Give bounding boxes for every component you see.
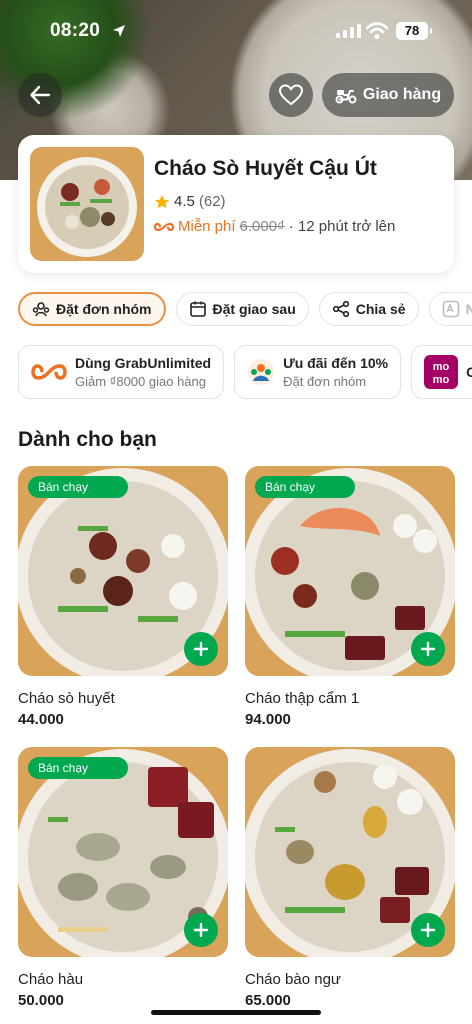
home-indicator[interactable] (151, 1010, 321, 1015)
offer-group-discount[interactable]: Ưu đãi đến 10% Đặt đơn nhóm (234, 345, 402, 399)
status-bar: 08:20 78 (0, 18, 472, 46)
schedule-order-label: Đặt giao sau (212, 301, 296, 317)
dish-name: Cháo sò huyết (18, 690, 115, 707)
add-to-cart-button[interactable] (411, 632, 445, 666)
add-to-cart-button[interactable] (411, 913, 445, 947)
restaurant-rating[interactable]: 4.5 (62) (154, 193, 226, 210)
translate-label: N (465, 301, 472, 317)
bestseller-badge: Bán chạy (28, 757, 129, 779)
rating-value: 4.5 (174, 193, 195, 210)
translate-icon (442, 300, 459, 318)
momo-icon: mo mo (424, 355, 459, 389)
cellular-signal-icon (336, 24, 361, 38)
dish-photo[interactable]: Bán chạy (245, 466, 455, 676)
share-icon (332, 300, 349, 318)
group-order-chip[interactable]: Đặt đơn nhóm (18, 292, 166, 326)
share-chip[interactable]: Chia sẻ (318, 292, 419, 326)
dish-card[interactable]: Bán chạy Cháo thập cẩm 1 94.000 (245, 466, 455, 728)
offers-row: Dùng GrabUnlimited Giảm ₫8000 giao hàng … (18, 345, 472, 401)
offer-title: Dùng GrabUnlimited (75, 355, 212, 371)
rating-count: (62) (198, 193, 226, 210)
add-to-cart-button[interactable] (184, 632, 218, 666)
dish-card[interactable]: Bán chạy Cháo sò huyết 44.000 (18, 466, 228, 728)
svg-text:mo: mo (433, 374, 450, 386)
back-button[interactable] (18, 73, 62, 117)
location-arrow-icon (113, 25, 125, 37)
plus-icon (193, 641, 209, 657)
star-icon (155, 194, 169, 208)
dish-price: 44.000 (18, 711, 64, 728)
grab-unlimited-icon (31, 364, 67, 380)
wifi-icon (366, 22, 388, 39)
battery-indicator: 78 (396, 22, 432, 40)
scooter-icon (335, 90, 357, 104)
offer-title: Ưu đãi đến 10% (283, 355, 389, 371)
delivery-eta: · 12 phút trở lên (288, 218, 396, 235)
add-to-cart-button[interactable] (184, 913, 218, 947)
group-offer-icon (248, 359, 275, 385)
dish-photo[interactable]: Bán chạy (18, 747, 228, 957)
schedule-order-chip[interactable]: Đặt giao sau (175, 292, 309, 326)
original-delivery-fee: 6.000₫ (239, 218, 285, 235)
plus-icon (420, 922, 436, 938)
dish-price: 50.000 (18, 992, 64, 1009)
dish-name: Cháo hàu (18, 971, 84, 988)
restaurant-info-card: Cháo Sò Huyết Cậu Út 4.5 (62) Miễn phí 6… (18, 135, 454, 273)
offer-subtitle: Giảm ₫8000 giao hàng (75, 374, 206, 389)
svg-text:mo: mo (433, 361, 450, 373)
bestseller-badge: Bán chạy (255, 476, 356, 498)
dish-price: 65.000 (245, 992, 291, 1009)
offer-momo[interactable]: mo mo G (411, 345, 472, 399)
free-delivery-label: Miễn phí (178, 218, 236, 235)
section-title: Dành cho bạn (18, 428, 157, 451)
calendar-icon (189, 301, 206, 317)
status-time: 08:20 (50, 20, 101, 41)
plus-icon (420, 641, 436, 657)
restaurant-name: Cháo Sò Huyết Cậu Út (154, 157, 377, 180)
dish-name: Cháo thập cẩm 1 (245, 690, 360, 707)
plus-icon (193, 922, 209, 938)
delivery-fee-line[interactable]: Miễn phí 6.000₫ · 12 phút trở lên (154, 218, 395, 235)
dish-name: Cháo bào ngư (245, 971, 341, 988)
share-label: Chia sẻ (355, 301, 406, 317)
offer-title: G (466, 364, 472, 380)
delivery-mode-button[interactable]: Giao hàng (322, 73, 454, 117)
grab-unlimited-icon (154, 222, 174, 231)
translate-chip[interactable]: N (428, 292, 472, 326)
group-icon (32, 302, 50, 317)
action-chips-row: Đặt đơn nhóm Đặt giao sau Chia sẻ N (18, 292, 472, 328)
offer-subtitle: Đặt đơn nhóm (283, 374, 367, 389)
heart-icon (279, 84, 303, 106)
dish-photo[interactable] (245, 747, 455, 957)
dish-photo[interactable]: Bán chạy (18, 466, 228, 676)
favorite-button[interactable] (269, 73, 313, 117)
arrow-left-icon (30, 85, 51, 105)
dish-card[interactable]: Bán chạy Cháo hàu 50.000 (18, 747, 228, 1009)
offer-grab-unlimited[interactable]: Dùng GrabUnlimited Giảm ₫8000 giao hàng (18, 345, 225, 399)
group-order-label: Đặt đơn nhóm (56, 301, 152, 317)
delivery-mode-label: Giao hàng (362, 86, 442, 103)
dish-card[interactable]: Cháo bào ngư 65.000 (245, 747, 455, 1009)
restaurant-thumbnail (30, 147, 144, 261)
dish-price: 94.000 (245, 711, 291, 728)
bestseller-badge: Bán chạy (28, 476, 129, 498)
